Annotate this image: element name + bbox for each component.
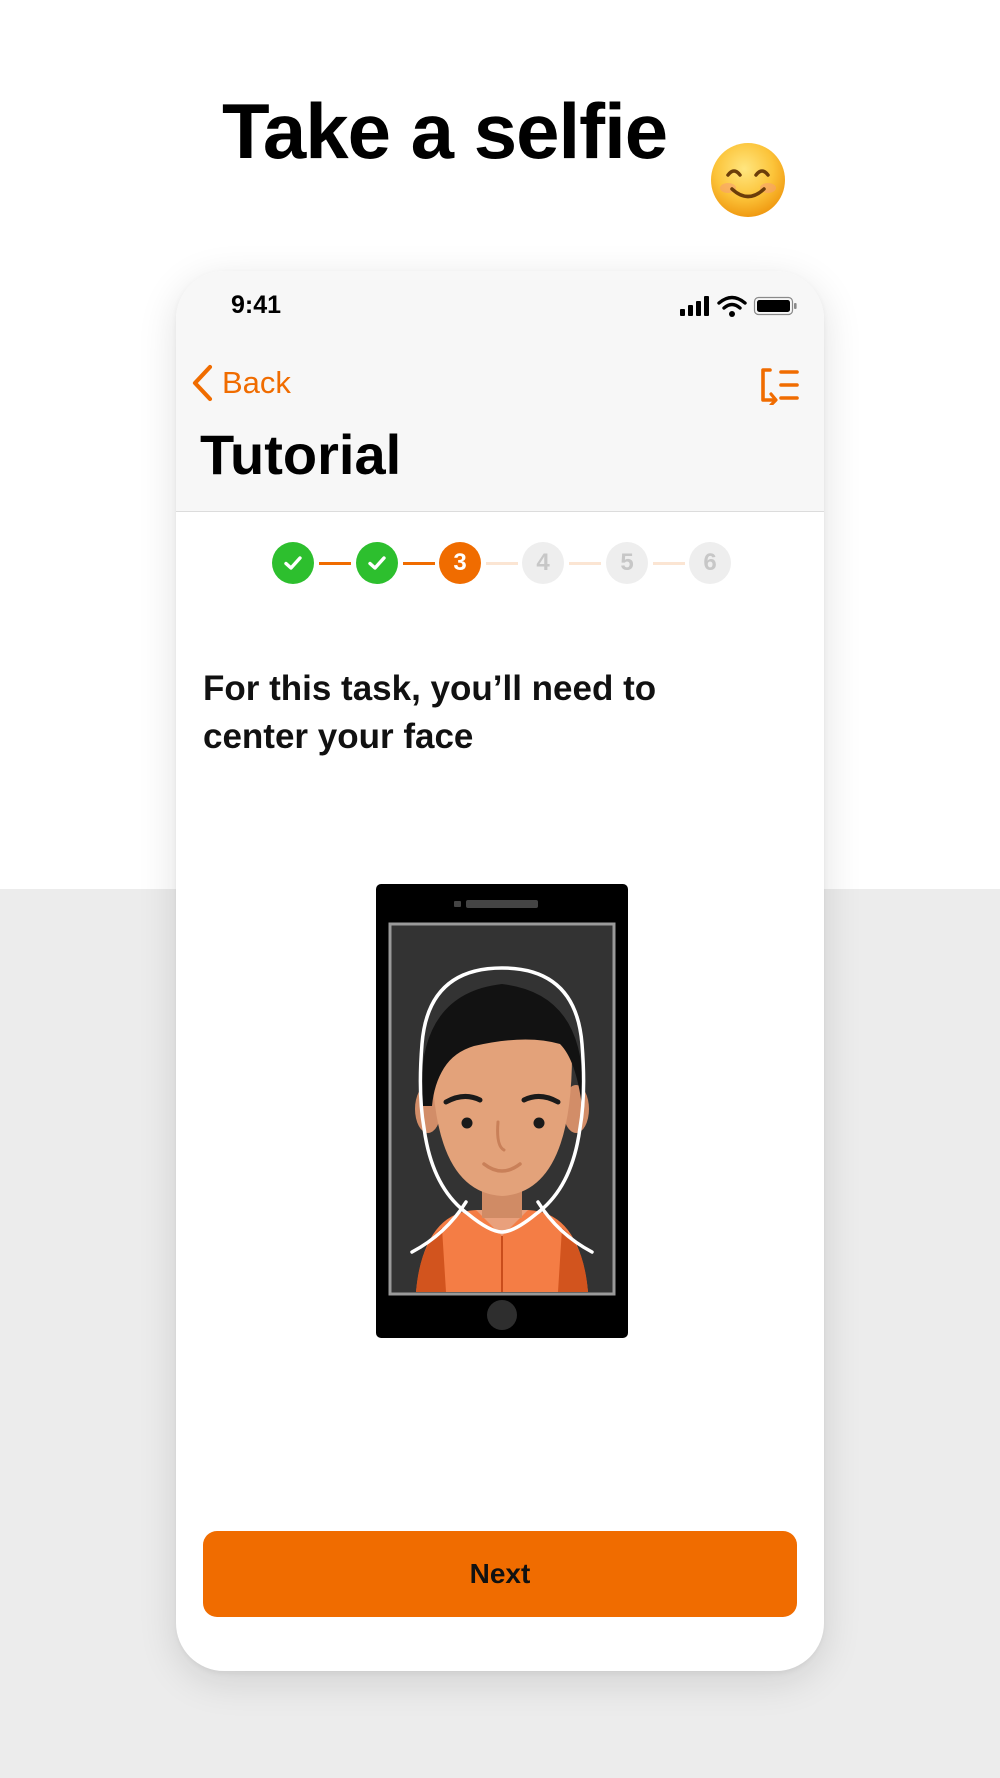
page-title: Tutorial [200,423,402,486]
instruction-text: For this task, you’ll need to center you… [203,669,657,756]
cellular-signal-icon [680,296,709,316]
step-connector [653,562,685,565]
back-label: Back [222,365,291,400]
navigation-header: 9:41 Back Tutorial [176,271,824,512]
checkmark-icon [284,556,302,570]
smiling-face-icon [711,143,785,217]
promo-headline: Take a selfie [222,87,668,175]
step-6-pending: 6 [689,542,731,584]
step-connector [319,562,351,565]
step-4-pending: 4 [522,542,564,584]
step-2-completed [356,542,398,584]
status-time: 9:41 [231,291,282,319]
phone-mockup: 9:41 Back Tutorial 3 4 5 6 For this task… [176,271,824,1671]
back-button[interactable]: Back [190,361,291,405]
step-5-pending: 5 [606,542,648,584]
step-connector [486,562,518,565]
step-connector [569,562,601,565]
phone-selfie-face-outline-icon [376,884,628,1338]
step-1-completed [272,542,314,584]
wifi-icon [717,295,747,317]
status-icons [680,295,797,317]
list-menu-icon[interactable] [760,367,800,405]
step-3-current: 3 [439,542,481,584]
checkmark-icon [368,556,386,570]
chevron-left-icon [192,364,213,402]
step-connector [403,562,435,565]
next-button[interactable]: Next [203,1531,797,1617]
progress-stepper: 3 4 5 6 [272,542,732,586]
battery-icon [753,296,797,316]
